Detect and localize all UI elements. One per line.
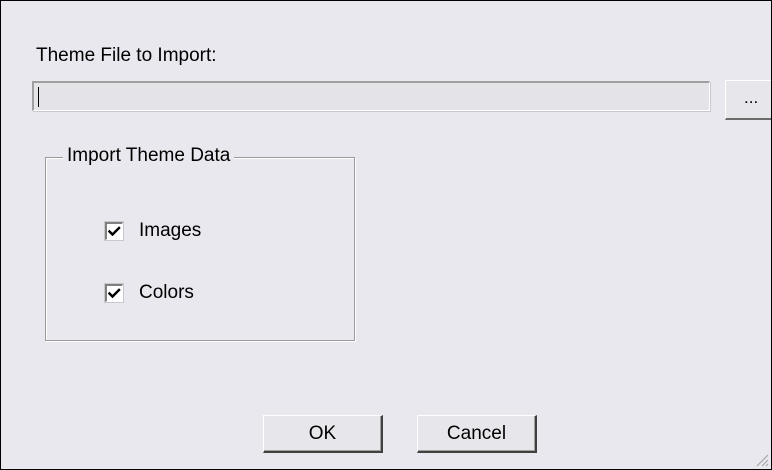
import-theme-dialog: Theme File to Import: ... Import Theme D… [0, 0, 772, 470]
cancel-button[interactable]: Cancel [417, 415, 537, 453]
colors-checkbox-row[interactable]: Colors [105, 282, 194, 304]
images-checkbox[interactable] [105, 222, 123, 240]
images-checkbox-label: Images [139, 220, 202, 241]
theme-file-label: Theme File to Import: [36, 45, 217, 66]
text-caret [38, 87, 39, 107]
groupbox-title: Import Theme Data [63, 146, 235, 166]
browse-button[interactable]: ... [725, 80, 771, 120]
ok-button[interactable]: OK [263, 415, 383, 453]
colors-checkbox[interactable] [105, 284, 123, 302]
checkmark-icon [108, 288, 121, 299]
theme-file-input[interactable] [32, 81, 710, 111]
checkmark-icon [108, 226, 121, 237]
import-theme-data-groupbox [45, 157, 355, 341]
resize-grip-icon[interactable] [753, 451, 769, 467]
images-checkbox-row[interactable]: Images [105, 220, 201, 242]
colors-checkbox-label: Colors [139, 282, 194, 303]
